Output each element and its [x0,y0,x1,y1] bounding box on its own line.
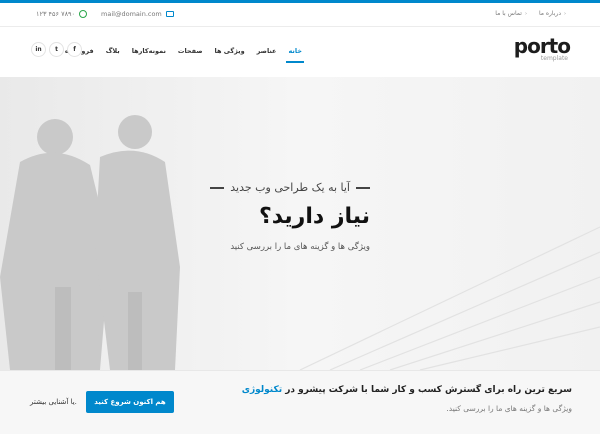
email-contact[interactable]: mail@domain.com [101,10,174,18]
nav-item-blog[interactable]: بلاگ [100,44,126,58]
hero-text: آیا به یک طراحی وب جدید نیاز دارید؟ ویژگ… [170,181,370,252]
mail-icon [165,11,174,17]
hero-subtitle: ویژگی ها و گزینه های ما را بررسی کنید [230,242,370,252]
logo[interactable]: porto template [513,34,571,62]
hero-title: نیاز دارید؟ [258,204,370,229]
nav-item-features[interactable]: ویژگی ها [209,44,251,58]
email-address: mail@domain.com [101,10,162,18]
linkedin-icon[interactable]: in [32,43,45,56]
nav-item-pages[interactable]: صفحات [172,44,209,58]
cta-text: سریع ترین راه برای گسترش کسب و کار شما ب… [242,385,572,413]
call-to-action: سریع ترین راه برای گسترش کسب و کار شما ب… [0,370,600,434]
top-links: ‹ درباره ما ‹ تماس با ما [495,10,566,17]
cta-heading: سریع ترین راه برای گسترش کسب و کار شما ب… [242,385,572,395]
whatsapp-icon [79,10,88,18]
start-now-button[interactable]: هم اکنون شروع کنید [86,391,174,413]
nav-item-portfolio[interactable]: نمونه‌کارها [126,44,172,58]
phone-contact[interactable]: ۱۲۳ ۴۵۶ ۷۸۹۰ [36,10,88,18]
chevron-left-icon: ‹ [524,10,527,17]
twitter-icon[interactable]: t [50,43,63,56]
facebook-icon[interactable]: f [68,43,81,56]
learn-more-link[interactable]: یا آشنایی بیشتر. [30,398,77,406]
tagline-dash [210,186,225,189]
hero-tagline: آیا به یک طراحی وب جدید [170,181,370,194]
top-link-about[interactable]: ‹ درباره ما [539,10,566,17]
main-nav: خانه عناصر ویژگی ها صفحات نمونه‌کارها بل… [59,44,308,63]
logo-text: porto [513,34,571,58]
nav-item-elements[interactable]: عناصر [251,44,283,58]
cta-subtext: ویژگی ها و گزینه های ما را بررسی کنید. [446,404,572,413]
top-link-label: درباره ما [538,10,561,17]
chevron-left-icon: ‹ [564,10,566,17]
site-header: porto template خانه عناصر ویژگی ها صفحات… [0,27,600,77]
top-link-label: تماس با ما [495,10,522,17]
nav-item-home[interactable]: خانه [282,44,308,63]
top-link-contact[interactable]: ‹ تماس با ما [495,10,527,17]
phone-number: ۱۲۳ ۴۵۶ ۷۸۹۰ [36,10,76,18]
tagline-dash [356,186,370,189]
social-icons: in t f [32,43,81,56]
cta-heading-text: سریع ترین راه برای گسترش کسب و کار شما ب… [285,385,572,395]
top-bar: ‹ درباره ما ‹ تماس با ما ۱۲۳ ۴۵۶ ۷۸۹۰ ma… [0,3,600,27]
hero-tagline-text: آیا به یک طراحی وب جدید [230,181,350,194]
hero-section: آیا به یک طراحی وب جدید نیاز دارید؟ ویژگ… [0,77,600,370]
cta-heading-highlight: تکنولوژی [241,385,283,395]
contact-info: ۱۲۳ ۴۵۶ ۷۸۹۰ mail@domain.com [36,10,174,18]
